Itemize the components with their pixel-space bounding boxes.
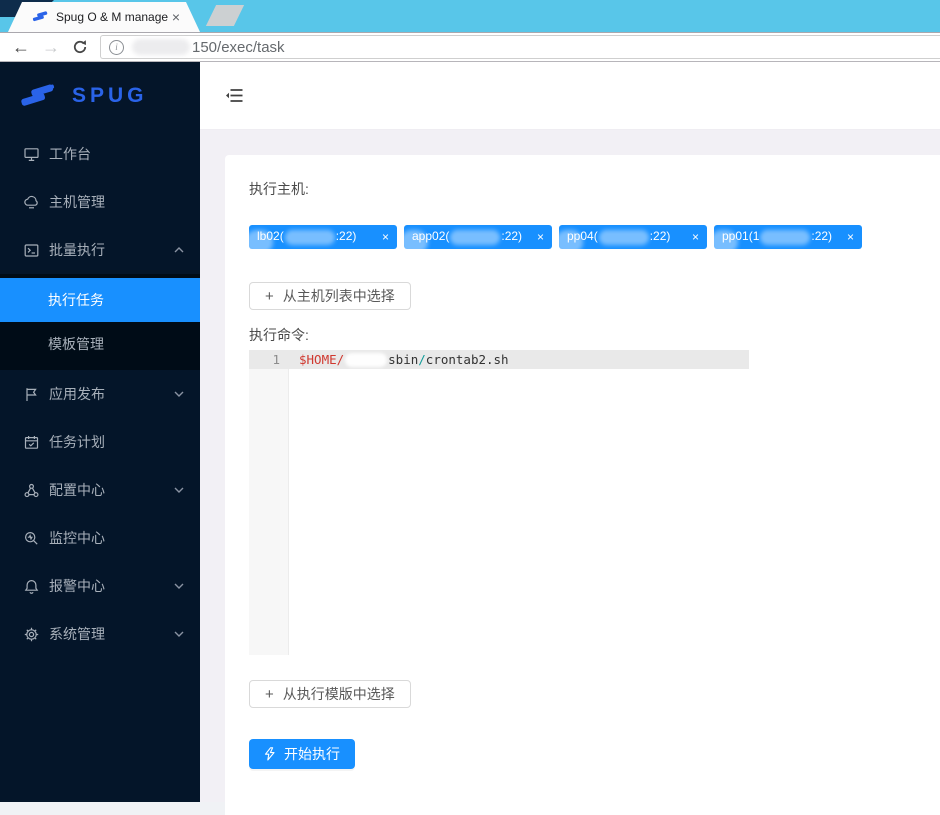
sidebar-subitem-label: 执行任务	[48, 292, 104, 308]
setting-icon	[24, 627, 39, 641]
sidebar-item-monitor-center[interactable]: 监控中心	[0, 514, 200, 562]
tab-title: Spug O & M managem	[56, 10, 168, 24]
plus-icon: +	[265, 287, 274, 305]
sidebar-item-app-release[interactable]: 应用发布	[0, 370, 200, 418]
desktop-icon	[24, 147, 39, 161]
host-tag[interactable]: app02(:22) ×	[400, 225, 552, 254]
caret-up-icon	[174, 247, 184, 253]
back-icon[interactable]: ←	[12, 38, 30, 56]
main-content: 执行主机: lb02(:22) × app02(:22) × pp04(:22)…	[200, 130, 940, 815]
redaction-blur	[345, 353, 388, 368]
tag-close-icon[interactable]: ×	[692, 231, 699, 243]
spug-logo-icon	[21, 84, 55, 106]
sidebar-item-label: 报警中心	[49, 578, 105, 594]
sidebar-item-hosts[interactable]: 主机管理	[0, 178, 200, 226]
tag-close-icon[interactable]: ×	[537, 231, 544, 243]
sidebar-item-task-schedule[interactable]: 任务计划	[0, 418, 200, 466]
caret-down-icon	[174, 391, 184, 397]
plus-icon: +	[265, 685, 274, 703]
alert-icon	[24, 579, 39, 594]
redaction-blur	[760, 229, 811, 245]
tab-close-icon[interactable]: ×	[172, 10, 180, 24]
redaction-blur	[598, 229, 649, 245]
thunderbolt-icon	[264, 747, 275, 761]
host-tag[interactable]: lb02(:22) ×	[245, 225, 397, 254]
select-hosts-button[interactable]: + 从主机列表中选择	[249, 282, 411, 310]
host-tag-list: lb02(:22) × app02(:22) × pp04(:22) × pp0…	[245, 225, 916, 254]
address-input[interactable]: i 150/exec/task	[100, 35, 940, 59]
sidebar-subitem-template-mgmt[interactable]: 模板管理	[0, 322, 200, 366]
cloud-server-icon	[24, 195, 38, 208]
reload-icon[interactable]	[72, 39, 88, 55]
browser-url-bar: ← → i 150/exec/task	[0, 32, 940, 62]
sidebar-item-alarm-center[interactable]: 报警中心	[0, 562, 200, 610]
batch-exec-submenu: 执行任务 模板管理	[0, 274, 200, 370]
info-icon[interactable]: i	[109, 39, 124, 55]
sidebar-item-label: 配置中心	[49, 482, 105, 498]
sidebar-subitem-label: 模板管理	[48, 336, 104, 352]
redaction-blur	[284, 229, 335, 245]
editor-line-1: 1 $HOME/sbin/crontab2.sh	[249, 350, 749, 369]
spug-favicon-icon	[32, 10, 48, 21]
sidebar-item-label: 系统管理	[49, 626, 105, 642]
sidebar-item-batch-exec[interactable]: 批量执行	[0, 226, 200, 274]
sidebar-item-config-center[interactable]: 配置中心	[0, 466, 200, 514]
editor-gutter	[249, 350, 289, 655]
line-number: 1	[272, 352, 280, 367]
host-tag[interactable]: pp01(1:22) ×	[710, 225, 862, 254]
sidebar-item-label: 主机管理	[49, 194, 105, 210]
deployment-icon	[24, 483, 39, 497]
tag-close-icon[interactable]: ×	[847, 231, 854, 243]
sidebar: SPUG 工作台 主机管理 批量执行 执行任务 模板管理 应用发布 任务计划 配…	[0, 62, 200, 802]
sidebar-item-label: 应用发布	[49, 386, 105, 402]
sidebar-item-label: 任务计划	[49, 434, 105, 450]
page-header	[200, 62, 940, 130]
forward-icon: →	[42, 37, 60, 57]
monitor-icon	[24, 531, 38, 545]
sidebar-item-label: 监控中心	[49, 530, 105, 546]
start-exec-button[interactable]: 开始执行	[249, 739, 355, 769]
logo[interactable]: SPUG	[0, 62, 200, 130]
sidebar-item-system-mgmt[interactable]: 系统管理	[0, 610, 200, 658]
browser-tab-bar: Spug O & M managem ×	[0, 0, 940, 32]
caret-down-icon	[174, 487, 184, 493]
menu-fold-icon[interactable]	[226, 88, 243, 103]
exec-hosts-label: 执行主机:	[249, 181, 309, 197]
flag-icon	[26, 387, 37, 401]
command-editor[interactable]: 1 $HOME/sbin/crontab2.sh	[249, 350, 749, 655]
redaction-blur	[450, 229, 501, 245]
sidebar-menu: 工作台 主机管理 批量执行 执行任务 模板管理 应用发布 任务计划 配置中心 监…	[0, 130, 200, 658]
caret-down-icon	[174, 583, 184, 589]
sidebar-item-label: 批量执行	[49, 242, 105, 258]
sidebar-item-label: 工作台	[49, 146, 91, 162]
tag-close-icon[interactable]: ×	[382, 231, 389, 243]
calendar-icon	[24, 435, 39, 449]
url-redaction-blur	[132, 39, 190, 55]
exec-command-label: 执行命令:	[249, 327, 309, 343]
exec-task-card: 执行主机: lb02(:22) × app02(:22) × pp04(:22)…	[225, 155, 940, 815]
sidebar-subitem-exec-task[interactable]: 执行任务	[0, 278, 200, 322]
host-tag[interactable]: pp04(:22) ×	[555, 225, 707, 254]
code-text: $HOME/sbin/crontab2.sh	[299, 351, 509, 368]
select-template-button[interactable]: + 从执行模版中选择	[249, 680, 411, 708]
url-text[interactable]: 150/exec/task	[192, 39, 285, 56]
caret-down-icon	[174, 631, 184, 637]
sidebar-item-workbench[interactable]: 工作台	[0, 130, 200, 178]
code-icon	[24, 243, 39, 257]
new-tab-button[interactable]	[205, 5, 245, 26]
browser-tab[interactable]: Spug O & M managem ×	[8, 2, 200, 32]
logo-text: SPUG	[72, 84, 148, 107]
